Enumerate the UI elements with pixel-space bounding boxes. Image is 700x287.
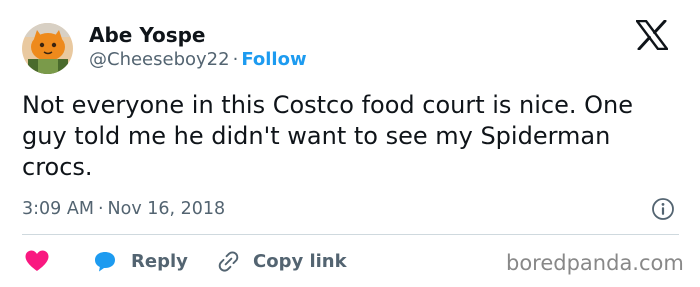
- tweet-text: Not everyone in this Costco food court i…: [22, 91, 634, 181]
- follow-button[interactable]: Follow: [241, 49, 306, 70]
- copy-link-button[interactable]: Copy link: [217, 247, 347, 275]
- avatar[interactable]: [22, 23, 73, 74]
- watermark: boredpanda.com: [506, 251, 684, 275]
- reply-label: Reply: [131, 250, 188, 272]
- x-logo-icon[interactable]: [635, 19, 669, 51]
- info-icon[interactable]: [651, 197, 675, 221]
- reply-button[interactable]: Reply: [93, 247, 188, 275]
- speech-bubble-icon: [95, 251, 115, 271]
- timestamp-separator: ·: [97, 199, 104, 219]
- copy-link-label: Copy link: [253, 250, 347, 272]
- handle-separator: ·: [232, 49, 239, 70]
- tweet-time: 3:09 AM: [22, 199, 94, 219]
- like-button[interactable]: [24, 249, 50, 273]
- author-handle-row: @Cheeseboy22 · Follow: [89, 47, 307, 73]
- tweet-timestamp[interactable]: 3:09 AM · Nov 16, 2018: [22, 197, 225, 221]
- link-icon: [218, 250, 239, 272]
- avatar-image: [22, 23, 73, 74]
- heart-icon: [25, 250, 49, 271]
- divider: [22, 234, 679, 235]
- author-name[interactable]: Abe Yospe: [89, 22, 206, 48]
- tweet-date: Nov 16, 2018: [107, 199, 226, 219]
- author-handle[interactable]: @Cheeseboy22: [89, 49, 230, 70]
